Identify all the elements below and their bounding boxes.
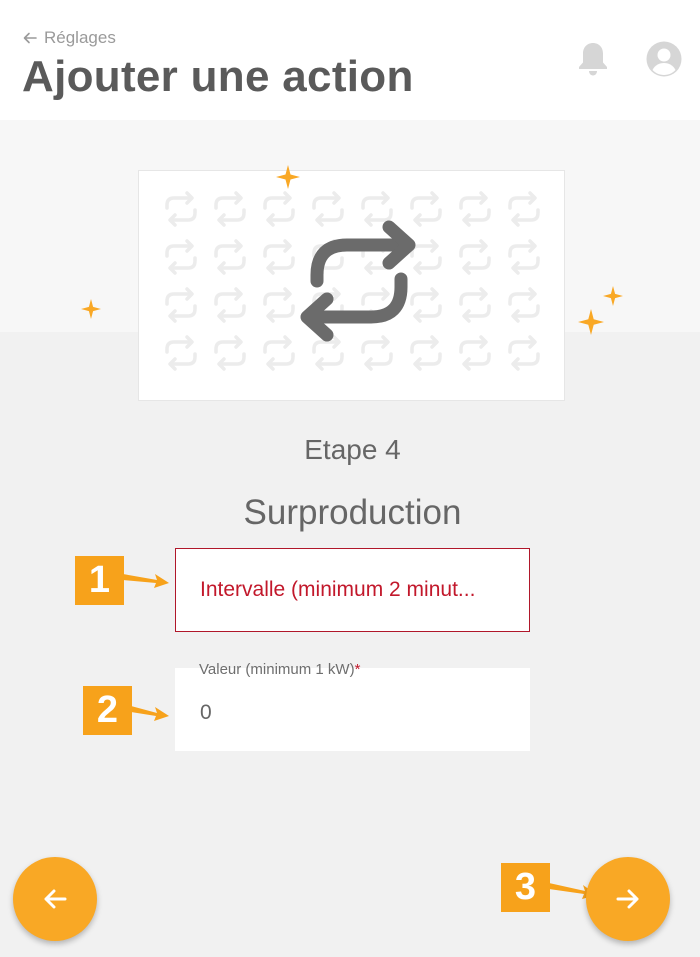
hero-illustration-card — [138, 170, 565, 401]
repeat-icon — [300, 220, 416, 342]
required-mark: * — [354, 661, 361, 678]
annotation-arrow-icon — [131, 706, 169, 721]
value-label-text: Valeur (minimum 1 kW) — [199, 661, 355, 678]
step-title: Surproduction — [243, 493, 462, 532]
sparkle-icon — [81, 299, 101, 319]
back-link-label: Réglages — [44, 28, 116, 47]
annotation-arrow-icon — [123, 574, 169, 588]
sparkle-icon — [276, 165, 300, 189]
sparkle-icon — [603, 286, 623, 306]
interval-field-text: Intervalle (minimum 2 minut... — [200, 578, 476, 601]
value-field[interactable]: Valeur (minimum 1 kW)* 0 — [175, 661, 530, 751]
app-header: Réglages Ajouter une action — [0, 0, 700, 120]
step-label: Etape 4 — [304, 434, 401, 465]
bell-icon[interactable] — [576, 40, 610, 78]
page-title: Ajouter une action — [22, 52, 414, 101]
next-button[interactable] — [586, 857, 670, 941]
annotation-marker-1: 1 — [75, 556, 124, 605]
arrow-left-icon — [23, 32, 37, 44]
interval-field[interactable]: Intervalle (minimum 2 minut... — [175, 548, 530, 632]
previous-button[interactable] — [13, 857, 97, 941]
annotation-marker-2: 2 — [83, 686, 132, 735]
account-circle-icon[interactable] — [645, 40, 683, 78]
annotation-marker-3: 3 — [501, 863, 550, 912]
arrow-right-icon — [616, 889, 639, 909]
value-field-input[interactable]: 0 — [200, 701, 212, 725]
value-field-label: Valeur (minimum 1 kW)* — [199, 661, 360, 678]
sparkle-icon — [578, 309, 604, 335]
back-link[interactable]: Réglages — [22, 28, 116, 48]
arrow-left-icon — [44, 889, 67, 909]
